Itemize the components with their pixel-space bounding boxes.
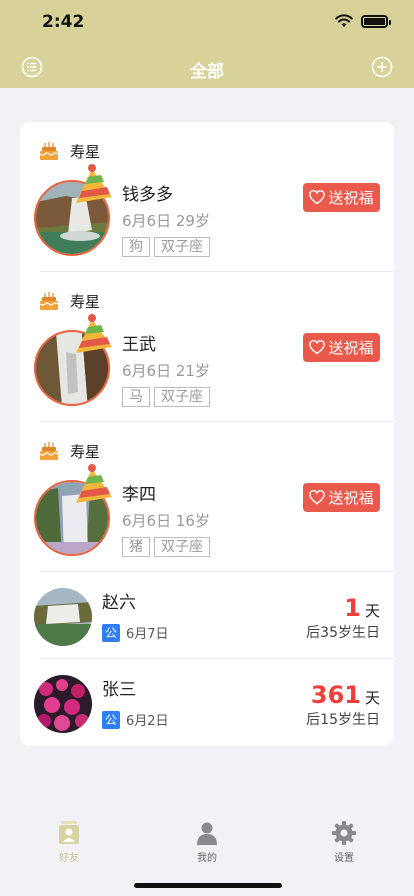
friend-name: 王武: [122, 335, 156, 355]
friend-name: 赵六: [102, 593, 136, 613]
constellation-tag: 双子座: [154, 387, 210, 407]
birthday-meta: 6月6日 21岁: [122, 362, 210, 380]
send-blessing-label: 送祝福: [328, 489, 374, 507]
friends-card: 寿星 钱多多 6月6日 29岁 狗 双子座 送祝福 寿星 王武 6月6日 21岁…: [20, 122, 394, 746]
birthday-label: 寿星: [70, 142, 101, 161]
birthday-item[interactable]: 寿星 李四 6月6日 16岁 猪 双子座 送祝福: [20, 422, 394, 572]
avatar: [34, 314, 112, 408]
tab-label: 设置: [334, 853, 354, 864]
party-hat-icon: [76, 314, 112, 353]
constellation-tag: 双子座: [154, 537, 210, 557]
zodiac-tag: 猪: [122, 537, 150, 557]
friend-name: 李四: [122, 485, 156, 505]
flowers-photo: [34, 675, 92, 733]
avatar: [34, 464, 112, 558]
days-unit: 天: [364, 602, 380, 620]
gear-icon: [332, 821, 356, 845]
tab-friends[interactable]: 好友: [39, 820, 99, 864]
heart-icon: [309, 340, 326, 355]
zodiac-tag: 狗: [122, 237, 150, 257]
plus-circle-icon[interactable]: [371, 56, 393, 78]
friend-name: 钱多多: [122, 185, 173, 205]
avatar: [34, 588, 92, 646]
zodiac-tag: 马: [122, 387, 150, 407]
birthday-label: 寿星: [70, 442, 101, 461]
birthday-meta: 6月6日 16岁: [122, 512, 210, 530]
battery-icon: [361, 14, 391, 28]
avatar: [34, 675, 92, 733]
page-title: 全部: [190, 62, 224, 82]
tab-label: 我的: [197, 853, 217, 864]
days-unit: 天: [364, 689, 380, 707]
age-note: 后15岁生日: [306, 712, 380, 728]
days-count: 1: [344, 594, 361, 622]
tag-list: 马 双子座: [122, 387, 210, 407]
tab-bar: 好友 我的 设置: [0, 810, 414, 896]
constellation-tag: 双子座: [154, 237, 210, 257]
party-hat-icon: [76, 464, 112, 503]
send-blessing-button[interactable]: 送祝福: [303, 333, 380, 362]
birthday-item[interactable]: 寿星 钱多多 6月6日 29岁 狗 双子座 送祝福: [20, 122, 394, 272]
send-blessing-label: 送祝福: [328, 189, 374, 207]
header: 2:42 全部: [0, 0, 414, 88]
waterfall-photo: [34, 588, 92, 646]
age-note: 后35岁生日: [306, 625, 380, 641]
status-time: 2:42: [42, 12, 85, 32]
birthday-date: 6月2日: [126, 714, 169, 729]
days-count: 361: [310, 681, 361, 709]
list-item[interactable]: 张三 公 6月2日 361 天 后15岁生日: [20, 659, 394, 746]
calendar-type-badge: 公: [102, 623, 120, 642]
cake-icon: [39, 292, 59, 310]
birthday-item[interactable]: 寿星 王武 6月6日 21岁 马 双子座 送祝福: [20, 272, 394, 422]
cake-icon: [39, 442, 59, 460]
avatar: [34, 164, 112, 258]
list-item[interactable]: 赵六 公 6月7日 1 天 后35岁生日: [20, 572, 394, 659]
tab-settings[interactable]: 设置: [314, 820, 374, 864]
friend-name: 张三: [102, 680, 136, 700]
heart-icon: [309, 190, 326, 205]
birthday-meta: 6月6日 29岁: [122, 212, 210, 230]
tab-mine[interactable]: 我的: [177, 820, 237, 864]
person-icon: [197, 822, 217, 845]
send-blessing-button[interactable]: 送祝福: [303, 483, 380, 512]
birthday-label: 寿星: [70, 292, 101, 311]
tag-list: 狗 双子座: [122, 237, 210, 257]
home-indicator: [134, 883, 282, 888]
friends-icon: [59, 821, 79, 844]
wifi-icon: [335, 14, 353, 27]
status-icons: [335, 14, 391, 28]
tag-list: 猪 双子座: [122, 537, 210, 557]
birthday-date: 6月7日: [126, 627, 169, 642]
cake-icon: [39, 142, 59, 160]
party-hat-icon: [76, 164, 112, 203]
calendar-type-badge: 公: [102, 710, 120, 729]
send-blessing-label: 送祝福: [328, 339, 374, 357]
heart-icon: [309, 490, 326, 505]
tab-label: 好友: [59, 853, 79, 864]
send-blessing-button[interactable]: 送祝福: [303, 183, 380, 212]
